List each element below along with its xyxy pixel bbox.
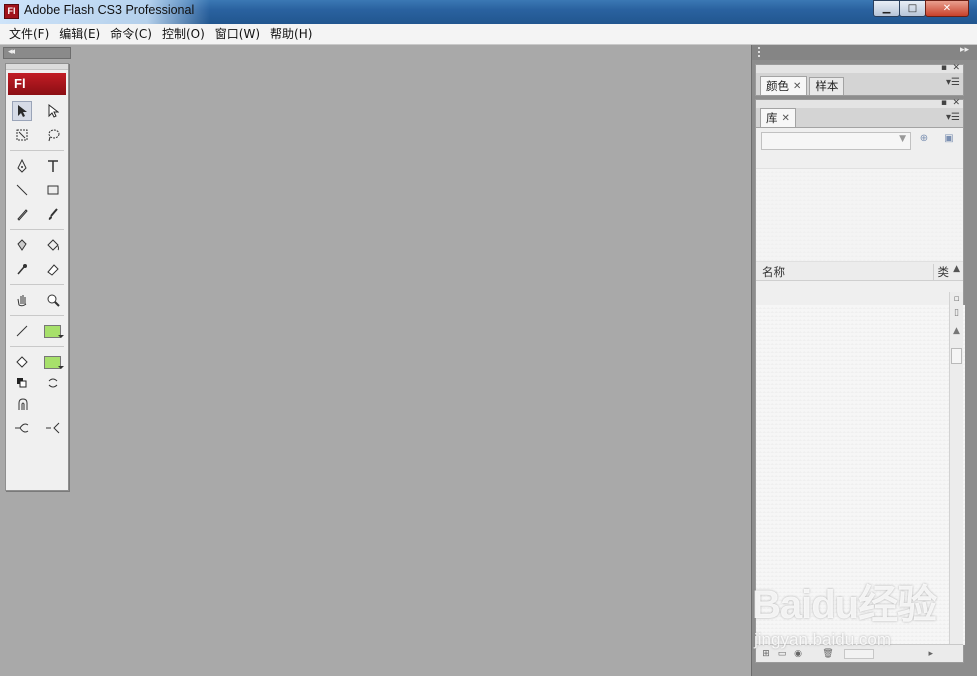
baidu-watermark: Baidu经验 jingyan.baidu.com — [752, 572, 952, 652]
flash-logo: Fl — [8, 73, 66, 95]
scroll-thumb[interactable] — [951, 348, 962, 364]
color-panel: ▪ ✕ 颜色 ✕ 样本 ▾☰ — [755, 63, 964, 96]
menu-help[interactable]: 帮助(H) — [265, 24, 317, 45]
eyedropper-tool-icon[interactable] — [12, 259, 32, 279]
scroll-icon[interactable]: ▫ — [951, 294, 962, 306]
pin-library-icon[interactable]: ⊕ — [916, 133, 932, 147]
paint-bucket-tool-icon[interactable] — [43, 235, 63, 255]
menu-commands[interactable]: 命令(C) — [105, 24, 157, 45]
minimize-panel-icon[interactable]: ▪ — [941, 98, 947, 108]
watermark-logo: Baidu经验 — [752, 583, 937, 627]
sort-icon[interactable]: ▲ — [953, 264, 960, 274]
lasso-tool-icon[interactable] — [43, 125, 63, 145]
minimize-button[interactable]: ▁ — [873, 0, 900, 17]
pen-tool-icon[interactable] — [12, 156, 32, 176]
menu-edit[interactable]: 编辑(E) — [54, 24, 105, 45]
zoom-tool-icon[interactable] — [43, 290, 63, 310]
smooth-icon[interactable] — [12, 418, 32, 438]
black-white-icon[interactable] — [12, 373, 32, 393]
swap-colors-icon[interactable] — [43, 373, 63, 393]
tab-library[interactable]: 库 ✕ — [760, 108, 796, 127]
tab-swatches-label: 样本 — [815, 79, 839, 93]
stroke-color-icon[interactable] — [12, 321, 32, 341]
library-panel-header[interactable]: ▪ ✕ — [756, 98, 963, 108]
tools-panel-header[interactable]: ◂◂ — [3, 47, 71, 59]
column-name[interactable]: 名称 — [762, 264, 785, 280]
expand-arrows-icon[interactable]: ▸▸ — [960, 45, 969, 55]
library-column-headers: 名称 类 ▲ — [756, 262, 963, 281]
tab-close-icon[interactable]: ✕ — [793, 78, 801, 95]
library-toolbar: ▼ ⊕ ▣ — [756, 128, 963, 154]
tab-swatches[interactable]: 样本 — [809, 77, 845, 95]
menu-control[interactable]: 控制(O) — [157, 24, 210, 45]
tools-panel-grip[interactable] — [6, 64, 68, 70]
fill-color-icon[interactable] — [12, 352, 32, 372]
window-controls: ▁ □ ✕ — [873, 0, 969, 17]
new-library-panel-icon[interactable]: ▣ — [941, 133, 957, 147]
scroll-icon[interactable]: ▯ — [951, 308, 962, 320]
title-bar: Fl Adobe Flash CS3 Professional ▁ □ ✕ — [0, 0, 977, 24]
maximize-icon: □ — [907, 3, 918, 14]
tab-close-icon[interactable]: ✕ — [782, 110, 790, 127]
maximize-button[interactable]: □ — [899, 0, 926, 17]
subselection-tool-icon[interactable] — [43, 101, 63, 121]
close-panel-icon[interactable]: ✕ — [952, 98, 960, 108]
hand-tool-icon[interactable] — [12, 290, 32, 310]
library-preview — [756, 168, 963, 262]
close-button[interactable]: ✕ — [925, 0, 969, 17]
stroke-swatch[interactable] — [43, 321, 64, 341]
dock-grip[interactable] — [758, 47, 764, 57]
rectangle-tool-icon[interactable] — [43, 180, 63, 200]
eraser-tool-icon[interactable] — [43, 259, 63, 279]
menu-window[interactable]: 窗口(W) — [210, 24, 265, 45]
text-tool-icon[interactable] — [43, 156, 63, 176]
menu-bar: 文件(F) 编辑(E) 命令(C) 控制(O) 窗口(W) 帮助(H) — [0, 24, 977, 45]
library-document-select[interactable]: ▼ — [761, 132, 911, 150]
fill-swatch[interactable] — [43, 352, 64, 372]
snap-magnet-icon[interactable] — [13, 394, 33, 414]
chevron-down-icon: ▼ — [899, 134, 906, 144]
brush-tool-icon[interactable] — [43, 204, 63, 224]
tab-color-label: 颜色 — [766, 78, 789, 93]
straighten-icon[interactable] — [43, 418, 63, 438]
panel-menu-icon[interactable]: ▾☰ — [946, 112, 960, 123]
scroll-up-icon[interactable]: ▲ — [951, 326, 962, 338]
close-icon: ✕ — [942, 3, 952, 14]
line-tool-icon[interactable] — [12, 180, 32, 200]
minimize-panel-icon[interactable]: ▪ — [941, 63, 947, 73]
dock-header[interactable]: ▸▸ — [751, 45, 977, 60]
close-panel-icon[interactable]: ✕ — [952, 63, 960, 73]
minimize-icon: ▁ — [882, 3, 891, 14]
tools-panel: Fl — [5, 63, 69, 491]
free-transform-tool-icon[interactable] — [12, 125, 32, 145]
tab-library-label: 库 — [766, 110, 778, 125]
tab-color[interactable]: 颜色 ✕ — [760, 76, 808, 95]
window-title: Adobe Flash CS3 Professional — [24, 3, 195, 17]
color-panel-header[interactable]: ▪ ✕ — [756, 63, 963, 73]
menu-file[interactable]: 文件(F) — [4, 24, 54, 45]
pencil-tool-icon[interactable] — [12, 204, 32, 224]
watermark-url: jingyan.baidu.com — [754, 630, 892, 649]
flash-app-icon[interactable]: Fl — [4, 4, 19, 19]
ink-bottle-tool-icon[interactable] — [12, 235, 32, 255]
column-type[interactable]: 类 — [932, 264, 949, 280]
collapse-arrows-icon[interactable]: ◂◂ — [8, 47, 15, 57]
selection-tool-icon[interactable] — [11, 101, 32, 121]
panel-menu-icon[interactable]: ▾☰ — [946, 77, 960, 88]
